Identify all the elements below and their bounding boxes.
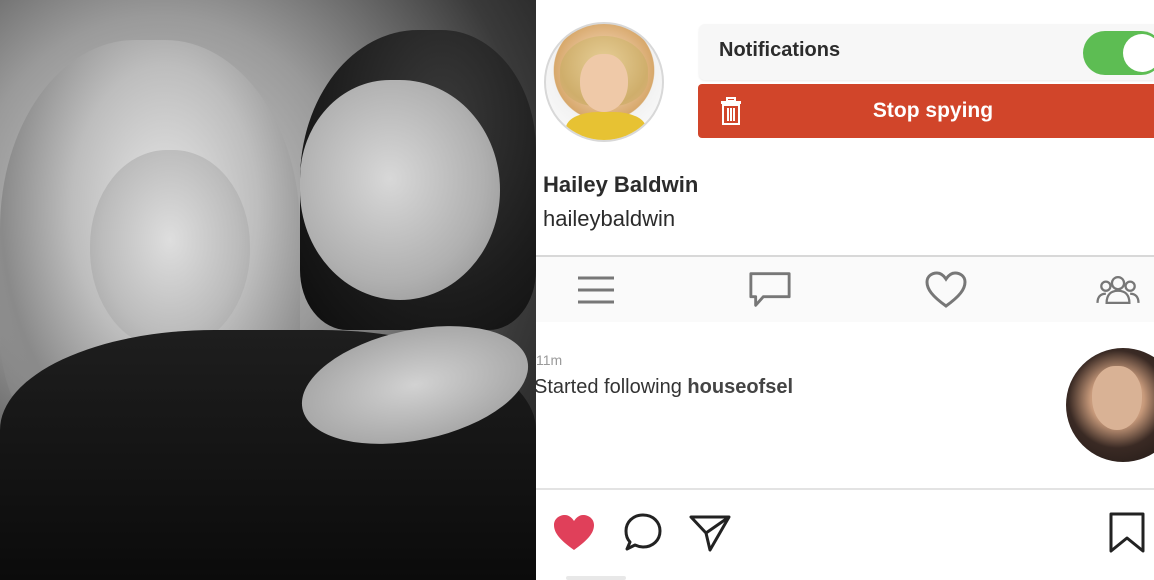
activity-screen: Notifications Stop spying Hailey Baldwin… xyxy=(536,0,1154,580)
notifications-toggle[interactable] xyxy=(1083,31,1154,75)
photo-face-right xyxy=(300,80,500,300)
avatar-shirt xyxy=(566,112,646,140)
tab-bar xyxy=(536,255,1154,323)
photo-panel xyxy=(0,0,536,580)
photo-face-left xyxy=(90,150,250,350)
like-icon[interactable] xyxy=(552,510,596,556)
users-icon[interactable] xyxy=(1096,269,1140,311)
post-action-bar xyxy=(536,490,1154,580)
activity-time: 11m xyxy=(536,352,563,368)
heart-icon[interactable] xyxy=(924,269,968,311)
profile-avatar[interactable] xyxy=(544,22,664,142)
activity-avatar-face xyxy=(1092,366,1142,430)
scroll-indicator xyxy=(566,576,626,580)
activity-user-avatar[interactable] xyxy=(1066,348,1154,462)
notifications-row[interactable]: Notifications xyxy=(699,24,1154,80)
share-icon[interactable] xyxy=(688,510,732,556)
comment-icon[interactable] xyxy=(622,510,664,556)
bookmark-icon[interactable] xyxy=(1108,510,1146,556)
profile-username: haileybaldwin xyxy=(543,206,676,231)
activity-item[interactable]: 11m Started following houseofsel xyxy=(536,322,1154,488)
menu-icon[interactable] xyxy=(574,269,618,311)
activity-user-link[interactable]: houseofsel xyxy=(687,376,793,398)
profile-display-name: Hailey Baldwin xyxy=(543,172,699,197)
toggle-knob xyxy=(1123,34,1154,72)
avatar-face xyxy=(580,54,628,112)
notifications-label: Notifications xyxy=(719,39,841,61)
activity-text-prefix: Started following xyxy=(536,376,688,398)
comment-icon[interactable] xyxy=(748,269,792,311)
stop-spying-label: Stop spying xyxy=(872,99,994,122)
stop-spying-button[interactable]: Stop spying xyxy=(698,84,1154,138)
activity-text: Started following houseofsel xyxy=(536,376,793,399)
